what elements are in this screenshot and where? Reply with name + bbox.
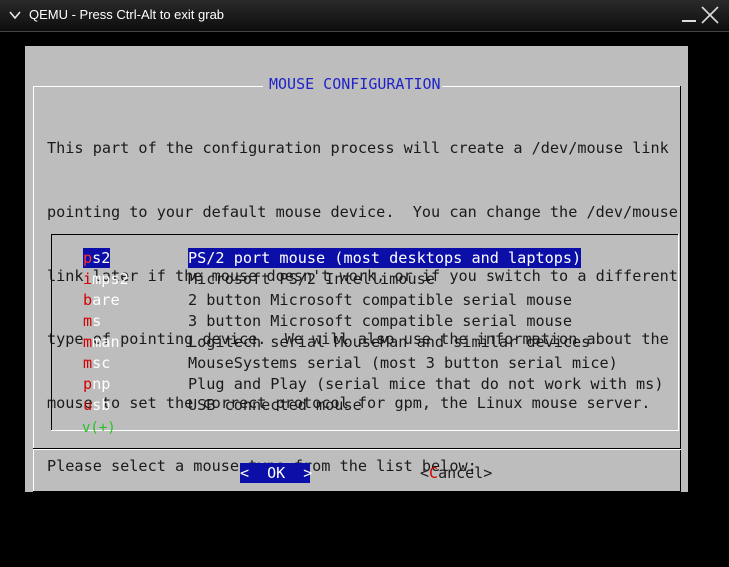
description-line: This part of the configuration process w…: [47, 139, 669, 158]
window-titlebar[interactable]: QEMU - Press Ctrl-Alt to exit grab: [0, 0, 729, 32]
item-description: Microsoft PS/2 Intellimouse: [188, 270, 435, 288]
item-tag: msc: [83, 353, 110, 373]
item-hotkey: p: [83, 249, 93, 267]
item-description: PS/2 port mouse (most desktops and lapto…: [188, 248, 582, 268]
item-tag-rest: are: [92, 291, 120, 309]
item-description: Logitech serial MouseMan and similar dev…: [188, 333, 591, 351]
item-hotkey: u: [83, 396, 93, 414]
item-tag-rest: s2: [92, 249, 111, 267]
item-tag: ms: [83, 311, 101, 331]
description-line: pointing to your default mouse device. Y…: [47, 203, 678, 222]
close-icon[interactable]: [700, 5, 720, 25]
dialog-border-left: [33, 86, 34, 492]
list-item-ms[interactable]: ms 3 button Microsoft compatible serial …: [51, 311, 679, 332]
item-tag: imps2: [83, 269, 129, 289]
item-description: 2 button Microsoft compatible serial mou…: [188, 291, 573, 309]
list-item-mman[interactable]: mman Logitech serial MouseMan and simila…: [51, 332, 679, 353]
window-title: QEMU - Press Ctrl-Alt to exit grab: [29, 7, 225, 22]
ok-button[interactable]: < OK >: [240, 463, 312, 483]
item-hotkey: m: [83, 354, 93, 372]
mouse-type-list[interactable]: ps2 PS/2 port mouse (most desktops and l…: [51, 234, 679, 432]
item-description: MouseSystems serial (most 3 button seria…: [188, 354, 618, 372]
list-item-bare[interactable]: bare 2 button Microsoft compatible seria…: [51, 290, 679, 311]
minimize-icon[interactable]: [682, 20, 696, 22]
item-tag-rest: sc: [92, 354, 111, 372]
item-tag: bare: [83, 290, 120, 310]
list-item-usb[interactable]: usb USB connected mouse: [51, 395, 679, 416]
window-menu-chevron-icon[interactable]: [8, 8, 22, 22]
list-item-ps2[interactable]: ps2 PS/2 port mouse (most desktops and l…: [51, 248, 679, 269]
item-hotkey: m: [83, 333, 93, 351]
cancel-open-bracket: <: [420, 464, 430, 482]
dialog-border-right: [680, 86, 681, 492]
item-tag: pnp: [83, 374, 110, 394]
item-tag-rest: man: [92, 333, 120, 351]
cancel-label-rest: ancel: [438, 464, 484, 482]
description-line: Please select a mouse type from the list…: [47, 457, 477, 476]
item-tag-rest: s: [92, 312, 102, 330]
dialog-border-top: [33, 86, 263, 87]
dialog-title: MOUSE CONFIGURATION: [268, 75, 442, 93]
item-description: Plug and Play (serial mice that do not w…: [188, 375, 664, 393]
item-tag: mman: [83, 332, 120, 352]
cancel-close-bracket: >: [483, 464, 493, 482]
scroll-down-indicator[interactable]: v(+): [82, 420, 116, 436]
item-tag-rest: mps2: [92, 270, 129, 288]
list-item-pnp[interactable]: pnp Plug and Play (serial mice that do n…: [51, 374, 679, 395]
item-hotkey: p: [83, 375, 93, 393]
item-tag: usb: [83, 395, 110, 415]
cancel-button[interactable]: <Cancel>: [420, 463, 492, 483]
item-description: USB connected mouse: [188, 396, 362, 414]
list-item-imps2[interactable]: imps2 Microsoft PS/2 Intellimouse: [51, 269, 679, 290]
cancel-hotkey: C: [429, 464, 439, 482]
item-hotkey: b: [83, 291, 93, 309]
item-hotkey: m: [83, 312, 93, 330]
item-hotkey: i: [83, 270, 93, 288]
item-tag-rest: sb: [92, 396, 111, 414]
item-description: 3 button Microsoft compatible serial mou…: [188, 312, 573, 330]
dialog-border-top: [440, 86, 680, 87]
item-tag-rest: np: [92, 375, 111, 393]
list-item-msc[interactable]: msc MouseSystems serial (most 3 button s…: [51, 353, 679, 374]
item-tag: ps2: [83, 248, 111, 268]
